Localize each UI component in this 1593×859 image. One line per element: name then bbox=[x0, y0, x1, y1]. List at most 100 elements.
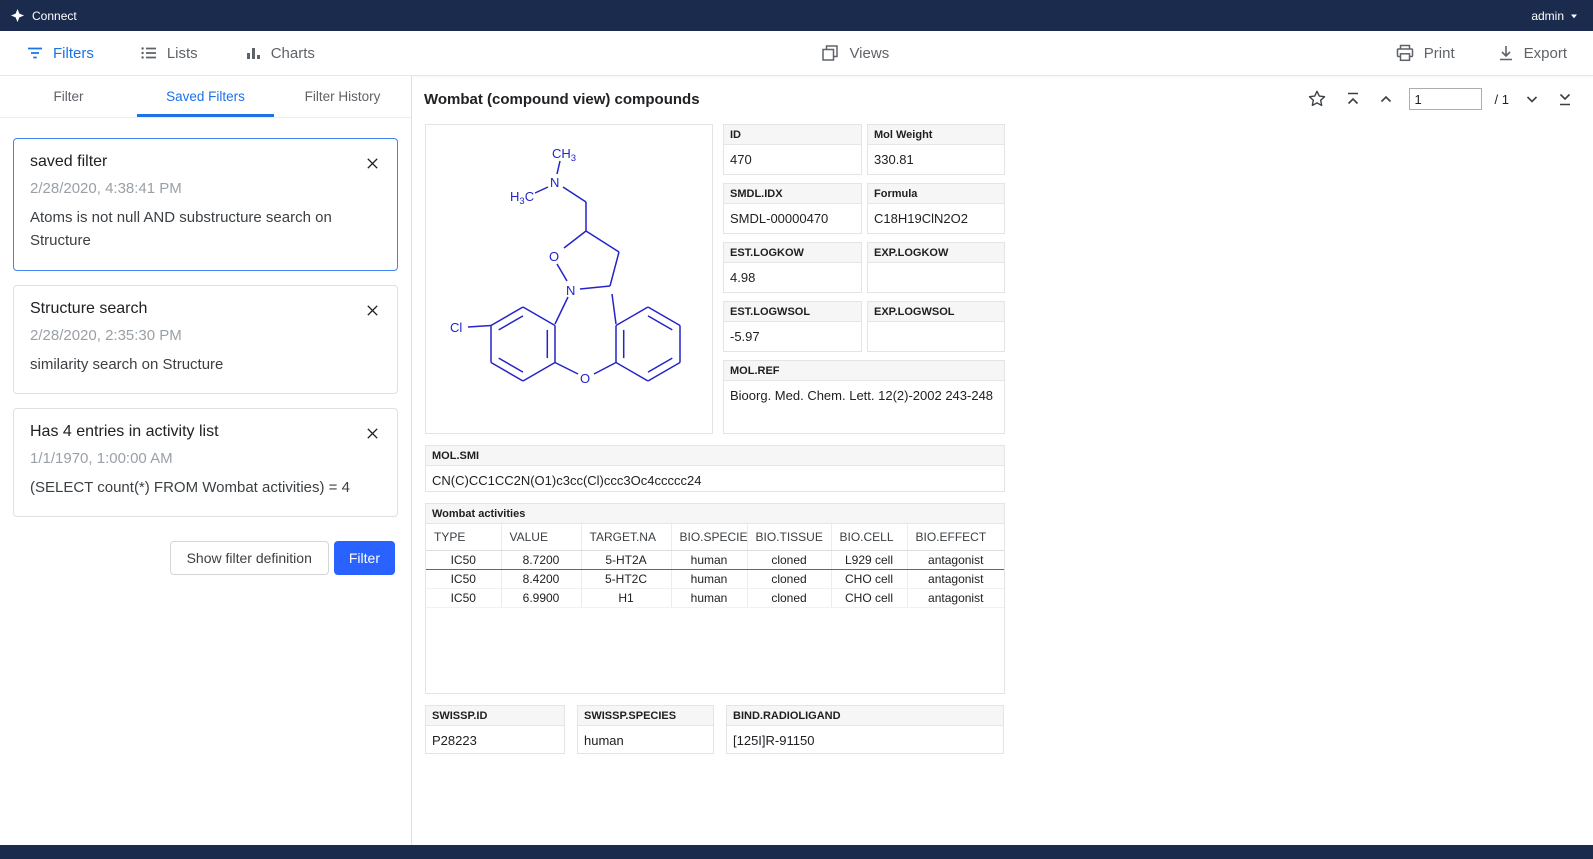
tab-filter-history[interactable]: Filter History bbox=[274, 76, 411, 117]
page-input[interactable] bbox=[1409, 88, 1482, 110]
show-filter-definition-button[interactable]: Show filter definition bbox=[170, 541, 329, 575]
saved-filter-card[interactable]: saved filter 2/28/2020, 4:38:41 PM Atoms… bbox=[13, 138, 398, 271]
list-icon bbox=[140, 44, 158, 62]
app-name: Connect bbox=[32, 9, 77, 23]
activities-table: TYPE VALUE TARGET.NA BIO.SPECIE BIO.TISS… bbox=[426, 524, 1004, 608]
saved-filter-card[interactable]: Has 4 entries in activity list 1/1/1970,… bbox=[13, 408, 398, 517]
filter-actions: Show filter definition Filter bbox=[0, 517, 411, 575]
atom-label-ring-o: O bbox=[549, 249, 559, 264]
filters-sidebar: Filter Saved Filters Filter History save… bbox=[0, 76, 412, 845]
field-mol-ref: MOL.REF Bioorg. Med. Chem. Lett. 12(2)-2… bbox=[723, 360, 1005, 434]
compound-view-panel: Wombat (compound view) compounds bbox=[412, 76, 1593, 845]
footer-bar bbox=[0, 845, 1593, 859]
close-icon bbox=[365, 303, 380, 318]
charts-button[interactable]: Charts bbox=[244, 44, 315, 62]
close-saved-filter-button[interactable] bbox=[363, 154, 382, 173]
print-label: Print bbox=[1424, 45, 1455, 62]
toolbar: Filters Lists Charts bbox=[0, 31, 1593, 76]
next-record-button[interactable] bbox=[1522, 89, 1542, 109]
atom-label-bridge-o: O bbox=[580, 371, 590, 386]
saved-filter-card[interactable]: Structure search 2/28/2020, 2:35:30 PM s… bbox=[13, 285, 398, 394]
views-layers-icon bbox=[820, 43, 840, 63]
filters-button[interactable]: Filters bbox=[26, 44, 94, 62]
previous-record-button[interactable] bbox=[1376, 89, 1396, 109]
caret-down-icon bbox=[1569, 11, 1579, 21]
close-icon bbox=[365, 426, 380, 441]
activity-row[interactable]: IC50 8.4200 5-HT2C human cloned CHO cell… bbox=[426, 570, 1004, 589]
chevron-up-icon bbox=[1378, 91, 1394, 107]
lists-button[interactable]: Lists bbox=[140, 44, 198, 62]
record-pager: / 1 bbox=[1304, 86, 1575, 112]
structure-field: CH3 N H3C O N Cl O bbox=[425, 124, 713, 434]
filters-label: Filters bbox=[53, 45, 94, 62]
saved-filter-timestamp: 2/28/2020, 4:38:41 PM bbox=[30, 180, 353, 197]
chevron-down-icon bbox=[1524, 91, 1540, 107]
saved-filter-description: Atoms is not null AND substructure searc… bbox=[30, 206, 353, 253]
saved-filter-list: saved filter 2/28/2020, 4:38:41 PM Atoms… bbox=[0, 118, 411, 517]
views-button[interactable]: Views bbox=[820, 43, 889, 63]
page-title: Wombat (compound view) compounds bbox=[424, 91, 1304, 108]
field-mol-smi: MOL.SMI CN(C)CC1CC2N(O1)c3cc(Cl)ccc3Oc4c… bbox=[425, 445, 1005, 492]
app-window: Connect admin Filters Lists bbox=[0, 0, 1593, 859]
app-logo-icon bbox=[10, 8, 25, 23]
download-icon bbox=[1497, 44, 1515, 62]
field-bind-radioligand: BIND.RADIOLIGAND [125I]R-91150 bbox=[726, 705, 1004, 754]
titlebar: Connect admin bbox=[0, 0, 1593, 31]
atom-label-cl: Cl bbox=[450, 320, 462, 335]
printer-icon bbox=[1395, 43, 1415, 63]
filter-icon bbox=[26, 44, 44, 62]
lists-label: Lists bbox=[167, 45, 198, 62]
molecule-structure: CH3 N H3C O N Cl O bbox=[426, 125, 712, 433]
saved-filter-name: saved filter bbox=[30, 153, 353, 171]
export-label: Export bbox=[1524, 45, 1567, 62]
close-icon bbox=[365, 156, 380, 171]
field-exp-logwsol: EXP.LOGWSOL bbox=[867, 301, 1005, 352]
atom-label-n-methyl-top: CH3 bbox=[552, 146, 576, 164]
field-smdl-idx: SMDL.IDX SMDL-00000470 bbox=[723, 183, 862, 234]
views-label: Views bbox=[849, 45, 889, 62]
atom-label-n-methyl-left: H3C bbox=[510, 189, 534, 207]
compound-view-header: Wombat (compound view) compounds bbox=[412, 76, 1593, 122]
saved-filter-name: Has 4 entries in activity list bbox=[30, 423, 353, 441]
user-name: admin bbox=[1531, 9, 1564, 23]
saved-filter-name: Structure search bbox=[30, 300, 353, 318]
close-saved-filter-button[interactable] bbox=[363, 424, 382, 443]
saved-filter-timestamp: 2/28/2020, 2:35:30 PM bbox=[30, 327, 353, 344]
saved-filter-timestamp: 1/1/1970, 1:00:00 AM bbox=[30, 450, 353, 467]
field-mol-weight: Mol Weight 330.81 bbox=[867, 124, 1005, 175]
filter-button[interactable]: Filter bbox=[334, 541, 395, 575]
print-button[interactable]: Print bbox=[1395, 43, 1455, 63]
saved-filter-description: (SELECT count(*) FROM Wombat activities)… bbox=[30, 476, 353, 499]
user-menu[interactable]: admin bbox=[1531, 9, 1579, 23]
close-saved-filter-button[interactable] bbox=[363, 301, 382, 320]
activities-field: Wombat activities TYPE VALUE TARGET.NA B… bbox=[425, 503, 1005, 694]
page-total: / 1 bbox=[1495, 92, 1509, 107]
favorite-button[interactable] bbox=[1304, 86, 1330, 112]
bar-chart-icon bbox=[244, 44, 262, 62]
field-formula: Formula C18H19ClN2O2 bbox=[867, 183, 1005, 234]
field-id: ID 470 bbox=[723, 124, 862, 175]
activity-row[interactable]: IC50 8.7200 5-HT2A human cloned L929 cel… bbox=[426, 551, 1004, 570]
last-record-button[interactable] bbox=[1555, 89, 1575, 109]
atom-label-amine-n: N bbox=[550, 175, 559, 190]
field-exp-logkow: EXP.LOGKOW bbox=[867, 242, 1005, 293]
compound-record: CH3 N H3C O N Cl O ID bbox=[412, 122, 1593, 845]
tab-saved-filters[interactable]: Saved Filters bbox=[137, 76, 274, 117]
activity-row[interactable]: IC50 6.9900 H1 human cloned CHO cell ant… bbox=[426, 589, 1004, 608]
activities-title: Wombat activities bbox=[426, 504, 1004, 524]
field-est-logkow: EST.LOGKOW 4.98 bbox=[723, 242, 862, 293]
saved-filter-description: similarity search on Structure bbox=[30, 353, 353, 376]
collapse-top-icon bbox=[1345, 91, 1361, 107]
tab-filter[interactable]: Filter bbox=[0, 76, 137, 117]
first-record-button[interactable] bbox=[1343, 89, 1363, 109]
activities-header-row: TYPE VALUE TARGET.NA BIO.SPECIE BIO.TISS… bbox=[426, 524, 1004, 551]
app-brand: Connect bbox=[10, 8, 77, 23]
atom-label-ring-n: N bbox=[566, 283, 575, 298]
expand-bottom-icon bbox=[1557, 91, 1573, 107]
field-swissp-id: SWISSP.ID P28223 bbox=[425, 705, 565, 754]
field-swissp-species: SWISSP.SPECIES human bbox=[577, 705, 714, 754]
filter-tabs: Filter Saved Filters Filter History bbox=[0, 76, 411, 118]
field-est-logwsol: EST.LOGWSOL -5.97 bbox=[723, 301, 862, 352]
export-button[interactable]: Export bbox=[1497, 44, 1567, 62]
star-icon bbox=[1306, 88, 1328, 110]
